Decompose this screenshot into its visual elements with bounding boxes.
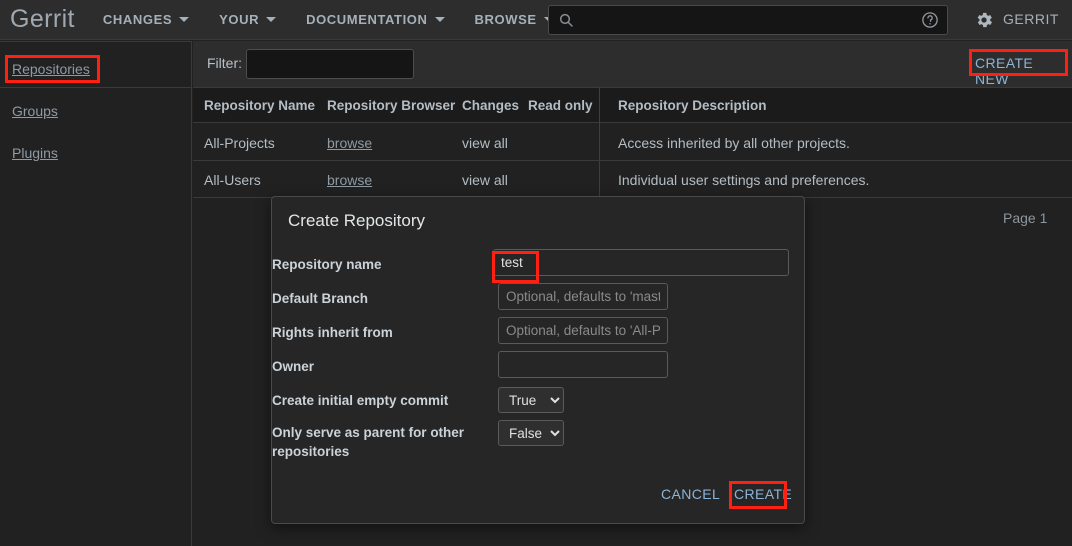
create-new-button[interactable]: CREATE NEW (971, 53, 1072, 89)
column-header-changes: Changes (462, 98, 519, 113)
create-repository-dialog: Create Repository Repository name Defaul… (271, 196, 805, 524)
help-circle-icon[interactable] (921, 11, 939, 29)
search-icon (558, 12, 574, 28)
label-rights-inherit-from: Rights inherit from (272, 323, 472, 342)
column-header-repository-browser: Repository Browser (327, 98, 455, 113)
cell-repository-description: Access inherited by all other projects. (618, 135, 850, 151)
default-branch-input[interactable] (498, 283, 668, 310)
gear-icon[interactable] (974, 10, 994, 30)
nav-item-documentation[interactable]: DOCUMENTATION (306, 12, 444, 27)
label-default-branch: Default Branch (272, 289, 472, 308)
cell-changes-link[interactable]: view all (462, 135, 508, 151)
label-only-serve-as-parent: Only serve as parent for other repositor… (272, 423, 468, 461)
label-repository-name: Repository name (272, 255, 472, 274)
column-header-repository-name: Repository Name (204, 98, 315, 113)
label-owner: Owner (272, 357, 472, 376)
chevron-down-icon (435, 17, 445, 22)
account-name[interactable]: GERRIT (1003, 11, 1059, 27)
nav-item-browse[interactable]: BROWSE (475, 12, 554, 27)
app-header: Gerrit CHANGES YOUR DOCUMENTATION BROWSE… (0, 0, 1072, 40)
sidebar-divider (0, 87, 192, 88)
cell-repository-description: Individual user settings and preferences… (618, 172, 869, 188)
column-header-repository-description: Repository Description (618, 98, 767, 113)
chevron-down-icon (179, 17, 189, 22)
nav-item-your[interactable]: YOUR (219, 12, 276, 27)
repository-name-input[interactable] (493, 249, 789, 276)
cell-changes-link[interactable]: view all (462, 172, 508, 188)
filter-label: Filter: (207, 55, 242, 71)
chevron-down-icon (266, 17, 276, 22)
repository-table-header: Repository Name Repository Browser Chang… (193, 87, 1072, 123)
rights-inherit-from-input[interactable] (498, 317, 668, 344)
only-serve-as-parent-select[interactable]: TrueFalse (498, 420, 564, 446)
nav-item-your-label: YOUR (219, 12, 259, 27)
filter-toolbar: Filter: CREATE NEW (193, 41, 1072, 87)
gerrit-logo[interactable]: Gerrit (10, 5, 75, 34)
nav-item-documentation-label: DOCUMENTATION (306, 12, 427, 27)
column-header-read-only: Read only (528, 98, 593, 113)
nav-item-browse-label: BROWSE (475, 12, 537, 27)
search-box[interactable] (548, 5, 948, 35)
sidebar: Repositories Groups Plugins (0, 41, 192, 546)
sidebar-item-plugins[interactable]: Plugins (12, 145, 58, 161)
cell-repository-browser-link[interactable]: browse (327, 135, 372, 151)
nav-item-changes[interactable]: CHANGES (103, 12, 189, 27)
label-create-initial-empty-commit: Create initial empty commit (272, 391, 472, 410)
dialog-title: Create Repository (288, 211, 425, 231)
table-row[interactable]: All-Users browse view all Individual use… (193, 161, 1072, 198)
owner-input[interactable] (498, 351, 668, 378)
sidebar-item-repositories[interactable]: Repositories (12, 61, 90, 77)
cell-repository-name: All-Users (204, 172, 261, 188)
cell-repository-browser-link[interactable]: browse (327, 172, 372, 188)
sidebar-item-groups[interactable]: Groups (12, 103, 58, 119)
create-initial-empty-commit-select[interactable]: TrueFalse (498, 387, 564, 413)
sidebar-divider-top (0, 41, 192, 42)
cell-repository-name: All-Projects (204, 135, 275, 151)
nav-item-changes-label: CHANGES (103, 12, 172, 27)
page-indicator: Page 1 (1003, 210, 1047, 226)
table-row[interactable]: All-Projects browse view all Access inhe… (193, 124, 1072, 161)
dialog-cancel-button[interactable]: CANCEL (661, 486, 720, 502)
dialog-create-button[interactable]: CREATE (734, 486, 792, 502)
search-input[interactable] (574, 13, 921, 28)
filter-input[interactable] (246, 49, 414, 79)
